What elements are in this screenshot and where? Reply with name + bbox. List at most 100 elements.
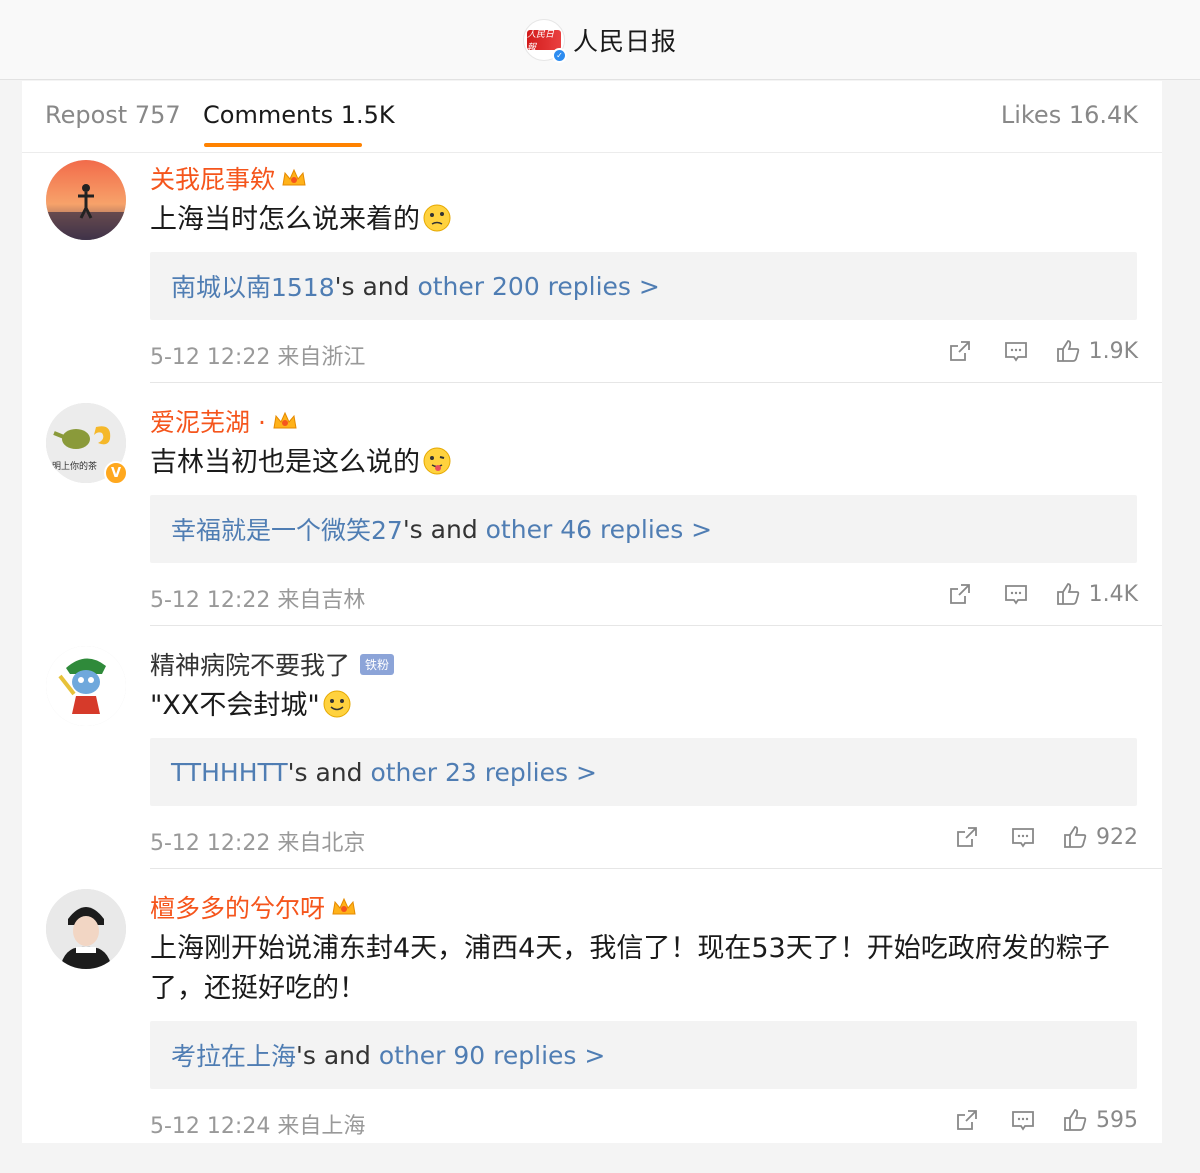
reply-button[interactable] [1010, 1107, 1036, 1133]
more-replies-link[interactable]: other 23 replies > [370, 758, 596, 787]
comment-meta: 5-12 12:22 来自吉林 [150, 588, 366, 613]
comment-meta: 5-12 12:22 来自北京 [150, 831, 366, 856]
like-button[interactable]: 1.4K [1055, 581, 1138, 607]
avatar-caption: 明上你的茶 [52, 462, 98, 472]
username-text[interactable]: 檀多多的兮尔呀 [150, 889, 325, 925]
reply-user-link[interactable]: 南城以南1518 [171, 268, 335, 304]
share-button[interactable] [954, 824, 980, 850]
like-count: 595 [1096, 1107, 1138, 1133]
username[interactable]: 爱泥芜湖 · [150, 403, 298, 439]
reply-user-link[interactable]: TTHHHTT [171, 758, 288, 787]
reply-summary[interactable]: 南城以南1518's and other 200 replies > [150, 252, 1137, 320]
comment-text: 吉林当初也是这么说的 [150, 443, 1140, 483]
share-icon [957, 827, 977, 847]
like-button[interactable]: 595 [1062, 1107, 1138, 1133]
share-icon [949, 341, 970, 361]
share-icon [957, 1110, 977, 1130]
tongue-emoji-icon [423, 447, 451, 475]
comment-text-content: 吉林当初也是这么说的 [150, 447, 420, 478]
active-tab-indicator [204, 143, 362, 147]
share-button[interactable] [947, 581, 973, 607]
like-count: 1.4K [1088, 581, 1138, 607]
comment-text-content: 上海当时怎么说来着的 [150, 204, 420, 235]
avatar-image [46, 646, 126, 726]
fan-badge: 铁粉 [360, 653, 395, 675]
reply-summary[interactable]: 考拉在上海's and other 90 replies > [150, 1021, 1137, 1089]
comments-panel: Repost 757 Comments 1.5K Likes 16.4K 关我屁… [22, 81, 1162, 1143]
avatar[interactable]: 明上你的茶 V [46, 403, 128, 485]
crown-icon [273, 411, 297, 429]
reply-button[interactable] [1003, 338, 1029, 364]
reply-button[interactable] [1003, 581, 1029, 607]
avatar-image [46, 160, 126, 240]
account-avatar[interactable]: 人民日報 ✓ [522, 18, 567, 63]
thumbs-up-icon [1064, 826, 1087, 848]
share-button[interactable] [947, 338, 973, 364]
avatar-image [46, 889, 126, 969]
thinking-emoji-icon [423, 204, 451, 232]
crown-icon [332, 897, 356, 915]
like-button[interactable]: 922 [1062, 824, 1138, 850]
tab-repost[interactable]: Repost 757 [45, 101, 181, 129]
share-button[interactable] [954, 1107, 980, 1133]
comment-icon [1012, 828, 1034, 848]
comment-icon [1004, 342, 1027, 362]
thumbs-up-icon [1064, 1109, 1087, 1131]
verified-icon: V [104, 461, 128, 485]
reply-summary[interactable]: TTHHHTT's and other 23 replies > [150, 738, 1137, 806]
username[interactable]: 关我屁事欸 [150, 160, 307, 196]
verified-icon: ✓ [551, 47, 567, 63]
comment-meta: 5-12 12:24 来自上海 [150, 1114, 366, 1139]
more-replies-link[interactable]: other 200 replies > [417, 272, 659, 301]
reply-connector: 's and [402, 514, 486, 544]
avatar[interactable] [46, 889, 126, 969]
top-bar: 人民日報 ✓ 人民日报 [0, 0, 1200, 80]
reply-user-link[interactable]: 考拉在上海 [171, 1037, 296, 1073]
like-count: 1.9K [1088, 338, 1138, 364]
account-name: 人民日报 [572, 26, 677, 56]
reply-connector: 's and [334, 271, 418, 301]
username-text[interactable]: 爱泥芜湖 · [150, 403, 266, 439]
thumbs-up-icon [1056, 340, 1079, 362]
more-replies-link[interactable]: other 46 replies > [486, 515, 712, 544]
comment-icon [1012, 1111, 1034, 1131]
comment-item: 明上你的茶 V 爱泥芜湖 · 吉林当初也是这么说的 幸福就是一个微笑27's a… [22, 397, 1162, 627]
like-count: 922 [1096, 824, 1138, 850]
comment-actions: 1.9K [947, 338, 1138, 364]
avatar[interactable] [46, 646, 126, 726]
comment-text: 上海刚开始说浦东封4天，浦西4天，我信了！现在53天了！开始吃政府发的粽子了，还… [150, 933, 1110, 1004]
reply-summary[interactable]: 幸福就是一个微笑27's and other 46 replies > [150, 495, 1137, 563]
comment-divider [150, 625, 1162, 626]
avatar[interactable] [46, 160, 126, 240]
username[interactable]: 檀多多的兮尔呀 [150, 889, 357, 925]
reply-button[interactable] [1010, 824, 1036, 850]
username[interactable]: 精神病院不要我了 铁粉 [150, 646, 395, 682]
username-text[interactable]: 精神病院不要我了 [150, 646, 350, 682]
tab-bar: Repost 757 Comments 1.5K Likes 16.4K [22, 81, 1162, 153]
tab-comments[interactable]: Comments 1.5K [203, 101, 395, 129]
more-replies-link[interactable]: other 90 replies > [379, 1041, 605, 1070]
comment-text: 上海当时怎么说来着的 [150, 200, 1140, 240]
comment-text-content: "XX不会封城" [150, 690, 320, 721]
comment-text: "XX不会封城" [150, 686, 1140, 726]
comment-actions: 1.4K [947, 581, 1138, 607]
comment-divider [150, 382, 1162, 383]
share-icon [949, 584, 970, 604]
comment-item: 关我屁事欸 上海当时怎么说来着的 南城以南1518's and other 20… [22, 154, 1162, 384]
tab-likes[interactable]: Likes 16.4K [1001, 101, 1138, 129]
like-button[interactable]: 1.9K [1055, 338, 1138, 364]
thumbs-up-icon [1056, 583, 1079, 605]
logo-seal: 人民日報 [526, 29, 561, 53]
username-text[interactable]: 关我屁事欸 [150, 160, 275, 196]
comment-item: 檀多多的兮尔呀 上海刚开始说浦东封4天，浦西4天，我信了！现在53天了！开始吃政… [22, 883, 1162, 1143]
comment-actions: 922 [954, 824, 1138, 850]
comment-meta: 5-12 12:22 来自浙江 [150, 345, 366, 370]
comment-divider [150, 868, 1162, 869]
comment-icon [1004, 585, 1027, 605]
comment-item: 精神病院不要我了 铁粉 "XX不会封城" TTHHHTT's and other… [22, 640, 1162, 870]
account-header[interactable]: 人民日報 ✓ 人民日报 [522, 18, 677, 63]
reply-user-link[interactable]: 幸福就是一个微笑27 [171, 511, 403, 547]
smile-emoji-icon [323, 690, 351, 718]
reply-connector: 's and [296, 1040, 379, 1070]
reply-connector: 's and [287, 757, 371, 787]
